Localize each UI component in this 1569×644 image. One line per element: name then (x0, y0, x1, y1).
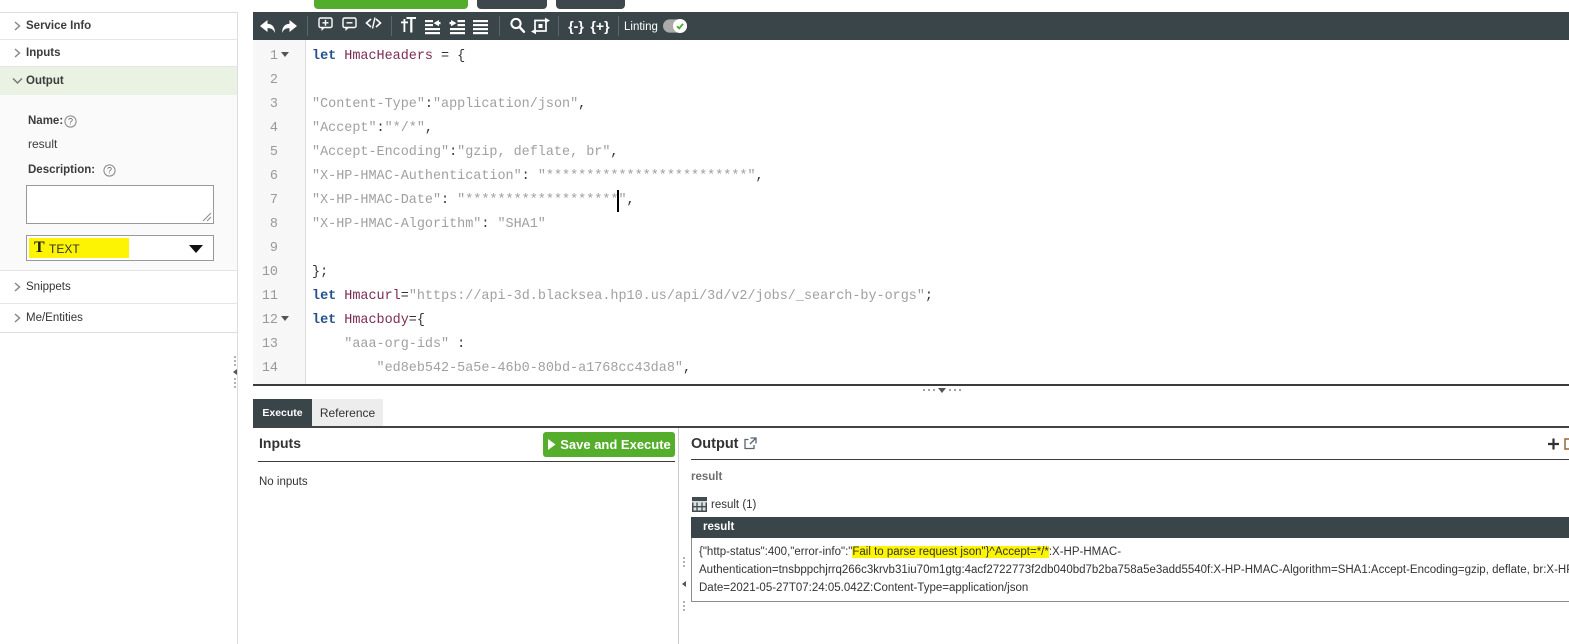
svg-text:Linting: Linting (624, 21, 658, 33)
svg-text:{-}: {-} (568, 18, 584, 34)
svg-text:{+}: {+} (590, 18, 610, 34)
svg-text:?: ? (68, 116, 73, 126)
svg-text:?: ? (107, 165, 112, 175)
